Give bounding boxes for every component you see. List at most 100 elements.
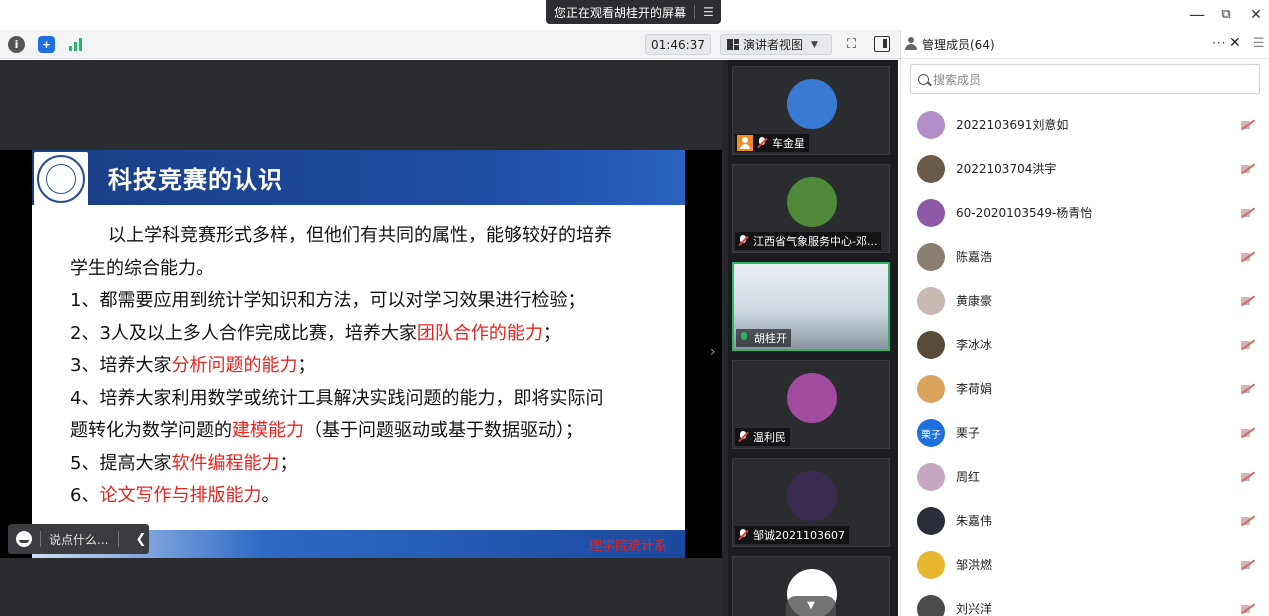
video-tile[interactable]: 胡桂开 [732,262,890,351]
slide-text: 6、 [70,485,100,506]
video-off-icon[interactable] [1241,120,1255,130]
member-row[interactable]: 周红 [901,455,1269,499]
menu-icon[interactable]: ☰ [703,5,714,19]
share-notice-divider [694,5,696,19]
video-off-icon[interactable] [1241,472,1255,482]
more-options-button[interactable]: ··· [1212,36,1226,50]
member-avatar [917,551,945,579]
member-row[interactable]: 李冰冰 [901,323,1269,367]
member-name: 陈嘉浩 [956,250,993,264]
sidebar-toggle-icon[interactable] [874,36,890,52]
slide-body: 以上学科竞赛形式多样，但他们有共同的属性，能够较好的培养 学生的综合能力。 1、都需… [70,220,632,513]
share-notice-text: 您正在观看胡桂开的屏幕 [554,5,687,20]
member-name: 朱嘉伟 [956,514,993,528]
slide-highlight-text: 软件编程能力 [171,452,280,474]
slide-header-band: 科技竞赛的认识 [32,150,685,206]
slide-text-line: 题转化为数学问题的建模能力（基于问题驱动或基于数据驱动）； [70,415,632,448]
slide-text-line: 6、论文写作与排版能力。 [70,480,632,513]
participant-avatar [787,79,837,129]
member-row[interactable]: 邹洪燃 [901,543,1269,587]
participant-name: 江西省气象服务中心-邓... [753,235,878,248]
video-off-icon[interactable] [1241,560,1255,570]
screen-share-notice[interactable]: 您正在观看胡桂开的屏幕 ☰ [546,0,721,24]
slide-text-line: 3、培养大家分析问题的能力； [70,350,632,383]
member-row[interactable]: 黄康豪 [901,279,1269,323]
slide-highlight-text: 建模能力 [232,420,304,441]
member-name: 黄康豪 [956,294,993,308]
video-off-icon[interactable] [1241,208,1255,218]
member-name: 邹洪燃 [956,558,993,572]
member-row[interactable]: 栗子 栗子 [901,411,1269,455]
participant-name-tag: 江西省气象服务中心-邓... [735,232,882,250]
members-panel-header: 管理成员(64) ··· ✕ ☰ [901,30,1269,59]
member-name: 栗子 [956,426,981,440]
member-avatar [917,155,945,183]
video-off-icon[interactable] [1241,296,1255,306]
mic-muted-icon [737,431,749,443]
member-avatar [917,287,945,315]
meeting-window: 您正在观看胡桂开的屏幕 ☰ — ⧉ ✕ i + 01:46:37 演讲者视图 ▼… [0,0,1269,616]
video-tile[interactable]: 江西省气象服务中心-邓... [732,164,890,253]
member-avatar [917,375,945,403]
member-avatar [917,507,945,535]
shared-screen-stage: 科技竞赛的认识 以上学科竞赛形式多样，但他们有共同的属性，能够较好的培养 学生的综… [0,60,722,616]
university-logo-icon [34,152,88,206]
member-row[interactable]: 2022103704洪宇 [901,147,1269,191]
chevron-down-icon: ▼ [811,39,818,50]
member-row[interactable]: 刘兴洋 [901,587,1269,616]
person-icon [904,37,918,51]
chevron-right-icon[interactable]: › [710,344,716,360]
video-tile[interactable]: 温利民 [732,360,890,449]
mic-muted-icon [737,235,749,247]
mic-on-icon [738,332,750,344]
close-panel-button[interactable]: ✕ [1229,35,1241,51]
member-search-input[interactable]: 搜索成员 [910,64,1260,94]
emoji-icon[interactable] [16,531,32,547]
member-row[interactable]: 陈嘉浩 [901,235,1269,279]
video-off-icon[interactable] [1241,428,1255,438]
member-row[interactable]: 60-2020103549-杨青怡 [901,191,1269,235]
member-row[interactable]: 朱嘉伟 [901,499,1269,543]
member-name: 2022103704洪宇 [956,162,1057,176]
member-row[interactable]: 2022103691刘意如 [901,103,1269,147]
chat-input[interactable]: 说点什么... [49,531,108,548]
member-name: 刘兴洋 [956,602,993,616]
restore-button[interactable]: ⧉ [1214,4,1238,26]
member-avatar: 栗子 [917,419,945,447]
slide-text: ； [542,322,561,344]
member-avatar [917,111,945,139]
fullscreen-icon[interactable]: ⛶ [843,36,860,53]
video-tile[interactable]: 邹诚2021103607 [732,458,890,547]
video-off-icon[interactable] [1241,252,1255,262]
member-name: 李冰冰 [956,338,993,352]
slide-text: （基于问题驱动或基于数据驱动）； [304,420,583,441]
shield-icon[interactable]: + [38,36,55,53]
member-row[interactable]: 李荷娟 [901,367,1269,411]
video-off-icon[interactable] [1241,164,1255,174]
view-mode-dropdown[interactable]: 演讲者视图 ▼ [720,34,832,55]
minimize-button[interactable]: — [1185,4,1209,26]
video-tile-column: 车金星江西省气象服务中心-邓... 胡桂开温利民邹诚2021103607 [728,60,898,616]
slide-text-line: 1、都需要应用到统计学知识和方法，可以对学习效果进行检验； [70,285,632,318]
mic-muted-icon [756,137,768,149]
chevron-left-icon[interactable]: ❮ [135,532,146,547]
scroll-down-icon[interactable]: ▼ [786,596,836,616]
signal-icon[interactable] [68,38,84,51]
participant-name: 胡桂开 [754,332,787,345]
video-off-icon[interactable] [1241,340,1255,350]
slide-text: 3、培养大家 [70,355,172,376]
info-icon[interactable]: i [8,36,25,53]
video-tile[interactable]: 车金星 [732,66,890,155]
slide-highlight-text: 论文写作与排版能力 [99,485,262,506]
video-off-icon[interactable] [1241,384,1255,394]
video-off-icon[interactable] [1241,516,1255,526]
slide-highlight-text: 分析问题的能力 [171,355,298,376]
chat-input-bar[interactable]: 说点什么... ❮ [8,524,149,554]
drawer-menu-icon[interactable]: ☰ [1253,36,1265,51]
meeting-toolbar: i + 01:46:37 演讲者视图 ▼ ⛶ [0,30,900,59]
chat-divider-2 [118,531,120,547]
slide-text: 2、3人及以上多人合作完成比赛，培养大家 [70,322,417,344]
close-window-button[interactable]: ✕ [1244,4,1268,26]
video-off-icon[interactable] [1241,604,1255,614]
member-name: 李荷娟 [956,382,993,396]
